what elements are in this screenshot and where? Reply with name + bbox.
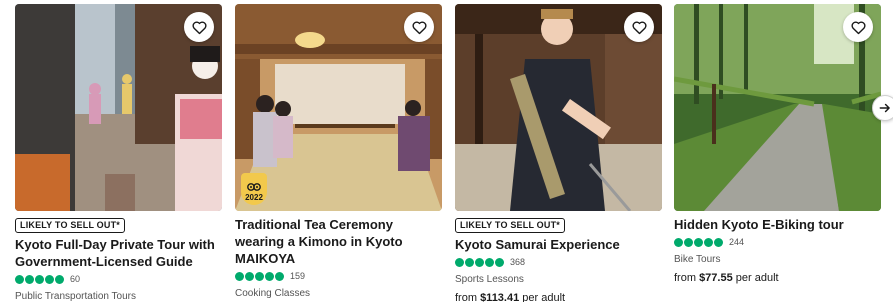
favorite-button[interactable]	[843, 12, 873, 42]
arrow-right-icon	[879, 103, 890, 113]
review-count: 244	[729, 237, 745, 247]
heart-outline-icon	[191, 20, 207, 34]
rating-bubbles	[674, 237, 723, 247]
award-year: 2022	[245, 193, 263, 202]
card-title[interactable]: Hidden Kyoto E-Biking tour	[674, 216, 881, 233]
card-photo[interactable]	[455, 4, 662, 211]
heart-outline-icon	[631, 20, 647, 34]
experience-card[interactable]: LIKELY TO SELL OUT* Kyoto Samurai Experi…	[455, 4, 662, 302]
favorite-button[interactable]	[404, 12, 434, 42]
experience-card[interactable]: LIKELY TO SELL OUT* Kyoto Full-Day Priva…	[15, 4, 222, 302]
sell-out-badge: LIKELY TO SELL OUT*	[15, 218, 125, 233]
travelers-choice-badge-icon: 2022	[241, 173, 267, 205]
price-prefix: from	[674, 272, 700, 284]
review-count: 60	[70, 274, 81, 284]
rating-bubbles	[15, 274, 64, 284]
card-category: Public Transportation Tours	[15, 291, 136, 302]
price-amount: $77.55	[699, 272, 733, 284]
rating-bubble	[465, 257, 474, 267]
heart-outline-icon	[850, 20, 866, 34]
rating-bubble	[15, 274, 24, 284]
rating-bubble	[674, 237, 683, 247]
price-prefix: from	[455, 292, 481, 302]
card-title[interactable]: Kyoto Samurai Experience	[455, 236, 662, 253]
favorite-button[interactable]	[624, 12, 654, 42]
rating-bubbles	[455, 257, 504, 267]
rating-bubble	[235, 271, 244, 281]
rating-bubble	[265, 271, 274, 281]
card-category: Bike Tours	[674, 254, 721, 265]
experience-card[interactable]: Hidden Kyoto E-Biking tour 244 Bike Tour…	[674, 4, 881, 285]
experience-card[interactable]: 2022 Traditional Tea Ceremony wearing a …	[235, 4, 442, 300]
rating-bubble	[255, 271, 264, 281]
sell-out-badge: LIKELY TO SELL OUT*	[455, 218, 565, 233]
rating-bubble	[694, 237, 703, 247]
rating-row: 159	[235, 269, 442, 283]
card-title[interactable]: Traditional Tea Ceremony wearing a Kimon…	[235, 216, 442, 267]
rating-row: 368	[455, 255, 662, 269]
rating-bubble	[475, 257, 484, 267]
price-amount: $113.41	[480, 292, 520, 302]
rating-bubbles	[235, 271, 284, 281]
review-count: 368	[510, 257, 526, 267]
card-category: Sports Lessons	[455, 274, 524, 285]
rating-bubble	[245, 271, 254, 281]
rating-bubble	[684, 237, 693, 247]
rating-bubble	[35, 274, 44, 284]
rating-row: 60	[15, 272, 222, 286]
price-suffix: per adult	[519, 292, 566, 302]
card-category: Cooking Classes	[235, 288, 311, 299]
carousel-next-button[interactable]	[872, 95, 893, 121]
rating-bubble	[45, 274, 54, 284]
card-price: from $113.41 per adult	[455, 291, 662, 302]
heart-outline-icon	[411, 20, 427, 34]
card-price: from $77.55 per adult	[674, 271, 881, 285]
rating-bubble	[495, 257, 504, 267]
card-photo[interactable]	[15, 4, 222, 211]
rating-bubble	[455, 257, 464, 267]
rating-row: 244	[674, 235, 881, 249]
card-title[interactable]: Kyoto Full-Day Private Tour with Governm…	[15, 236, 222, 270]
rating-bubble	[25, 274, 34, 284]
rating-bubble	[704, 237, 713, 247]
rating-bubble	[714, 237, 723, 247]
rating-bubble	[485, 257, 494, 267]
card-photo[interactable]: 2022	[235, 4, 442, 211]
card-photo[interactable]	[674, 4, 881, 211]
favorite-button[interactable]	[184, 12, 214, 42]
rating-bubble	[55, 274, 64, 284]
rating-bubble	[275, 271, 284, 281]
price-suffix: per adult	[732, 272, 779, 284]
review-count: 159	[290, 271, 306, 281]
